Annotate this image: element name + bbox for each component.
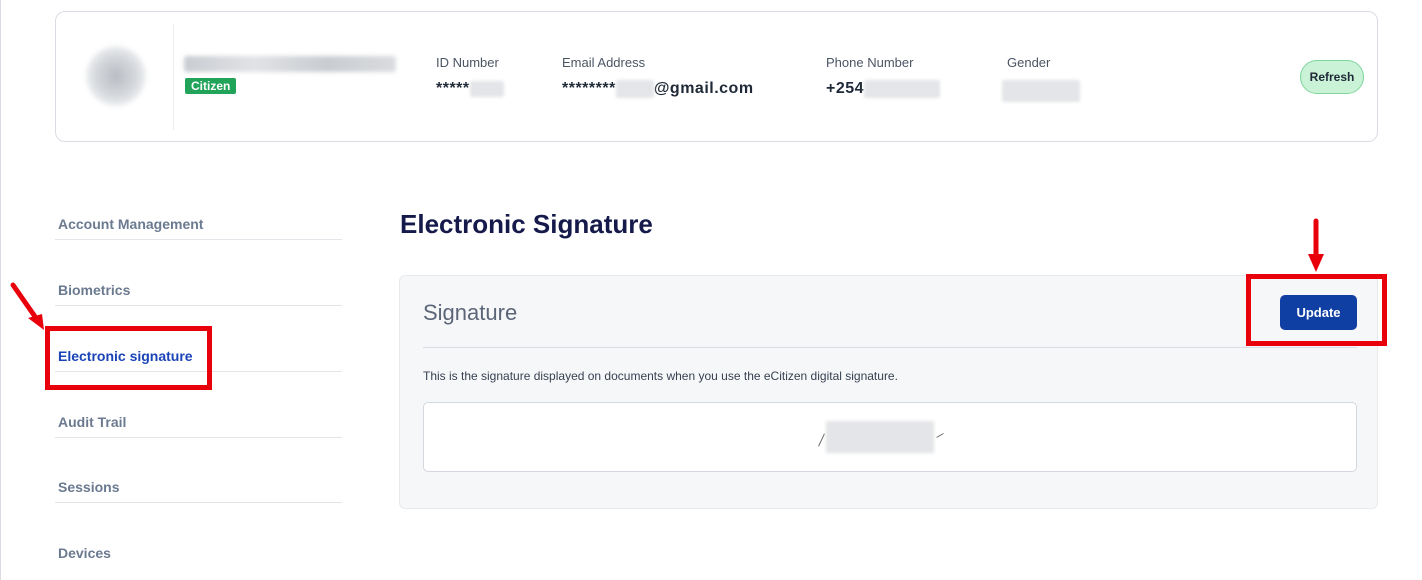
email-value: ******** @gmail.com bbox=[562, 80, 754, 98]
sidebar-item-audit-trail[interactable]: Audit Trail bbox=[58, 414, 342, 430]
gender-label: Gender bbox=[1007, 55, 1051, 70]
email-redacted bbox=[615, 80, 654, 98]
id-number-value: ***** bbox=[436, 80, 504, 98]
avatar bbox=[86, 46, 146, 106]
signature-card-title: Signature bbox=[423, 300, 518, 325]
sidebar-item-sessions[interactable]: Sessions bbox=[58, 479, 342, 495]
citizen-badge: Citizen bbox=[185, 78, 237, 94]
id-number-label: ID Number bbox=[436, 55, 499, 70]
avatar-divider bbox=[173, 24, 174, 130]
window-edge bbox=[0, 0, 1, 580]
phone-text: +254 bbox=[826, 80, 865, 98]
annotation-arrow-icon bbox=[1308, 218, 1324, 272]
gender-redacted bbox=[1002, 80, 1080, 102]
annotation-highlight-update bbox=[1246, 274, 1387, 346]
id-number-text: ***** bbox=[436, 80, 470, 97]
signature-card: Signature Update This is the signature d… bbox=[399, 275, 1378, 509]
sidebar-item-devices[interactable]: Devices bbox=[58, 545, 342, 561]
signature-stroke bbox=[818, 433, 825, 447]
sidebar-divider bbox=[55, 239, 342, 240]
signature-preview bbox=[423, 402, 1357, 472]
user-name-redacted bbox=[184, 56, 396, 72]
gender-value bbox=[1002, 80, 1080, 102]
annotation-arrow-icon bbox=[10, 282, 44, 330]
sidebar-divider bbox=[55, 437, 342, 438]
sidebar-divider bbox=[55, 502, 342, 503]
signature-description: This is the signature displayed on docum… bbox=[423, 369, 898, 383]
signature-redacted bbox=[826, 421, 934, 453]
id-number-redacted bbox=[469, 80, 504, 97]
signature-stroke bbox=[936, 433, 944, 438]
signature-card-divider bbox=[423, 347, 1357, 348]
sidebar-divider bbox=[55, 305, 342, 306]
phone-value: +254 bbox=[826, 80, 941, 98]
refresh-button[interactable]: Refresh bbox=[1300, 60, 1364, 94]
phone-label: Phone Number bbox=[826, 55, 914, 70]
email-prefix: ******** bbox=[562, 80, 616, 98]
profile-card: Citizen ID Number ***** Email Address **… bbox=[55, 11, 1378, 142]
phone-redacted bbox=[864, 80, 941, 98]
annotation-highlight-electronic-signature bbox=[45, 326, 212, 390]
sidebar-item-account-management[interactable]: Account Management bbox=[58, 216, 342, 232]
page-title: Electronic Signature bbox=[400, 209, 653, 239]
email-suffix: @gmail.com bbox=[653, 80, 754, 98]
sidebar-item-biometrics[interactable]: Biometrics bbox=[58, 282, 342, 298]
email-label: Email Address bbox=[562, 55, 646, 70]
